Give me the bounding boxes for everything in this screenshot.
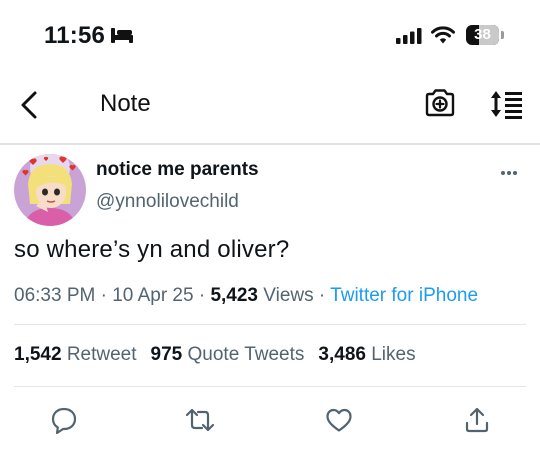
battery-tip <box>501 31 504 39</box>
reply-icon[interactable] <box>50 406 78 434</box>
tweet-metadata: 06:33 PM · 10 Apr 25 · 5,423 Views · Twi… <box>14 285 478 307</box>
divider <box>14 324 526 325</box>
tweet-text: so where’s yn and oliver? <box>14 236 290 263</box>
tweet-date: 10 Apr 25 <box>112 285 194 306</box>
battery-percentage: 38 <box>474 26 491 43</box>
user-handle[interactable]: @ynnolilovechild <box>96 191 239 213</box>
more-options-icon[interactable] <box>500 170 518 176</box>
meta-separator: · <box>318 285 326 306</box>
divider <box>14 386 526 387</box>
retweet-icon[interactable] <box>185 406 215 434</box>
camera-icon[interactable] <box>424 88 456 118</box>
like-icon[interactable] <box>325 406 353 434</box>
status-time: 11:56 <box>44 22 106 49</box>
nav-bar: Note <box>0 76 540 134</box>
chevron-left-icon[interactable] <box>18 90 42 120</box>
retweets-count: 1,542 <box>14 344 62 365</box>
display-name[interactable]: notice me parents <box>96 159 259 181</box>
meta-separator: · <box>198 285 206 306</box>
retweets-stat[interactable]: 1,542 Retweet <box>14 344 137 365</box>
reorder-icon[interactable] <box>489 89 523 119</box>
nav-divider <box>0 143 540 145</box>
quotes-stat[interactable]: 975 Quote Tweets <box>151 344 305 365</box>
page-title: Note <box>100 90 151 117</box>
tweet-source-link[interactable]: Twitter for iPhone <box>330 285 478 306</box>
views-label: Views <box>263 285 314 306</box>
meta-separator: · <box>100 285 107 306</box>
tweet-stats: 1,542 Retweet 975 Quote Tweets 3,486 Likes <box>14 344 416 366</box>
likes-count: 3,486 <box>318 344 366 365</box>
retweets-label: Retweet <box>66 344 137 365</box>
wifi-icon <box>431 26 455 44</box>
share-icon[interactable] <box>463 406 491 434</box>
signal-icon <box>396 28 422 44</box>
avatar[interactable] <box>14 154 86 226</box>
likes-stat[interactable]: 3,486 Likes <box>318 344 415 365</box>
battery-icon: 38 <box>466 25 504 45</box>
tweet-time: 06:33 PM <box>14 285 96 306</box>
quotes-label: Quote Tweets <box>187 344 305 365</box>
status-bar: 11:56 38 <box>0 0 540 70</box>
views-count: 5,423 <box>210 285 258 306</box>
avatar-image <box>14 154 86 226</box>
quotes-count: 975 <box>150 344 183 365</box>
bed-icon <box>111 28 133 43</box>
likes-label: Likes <box>371 344 416 365</box>
